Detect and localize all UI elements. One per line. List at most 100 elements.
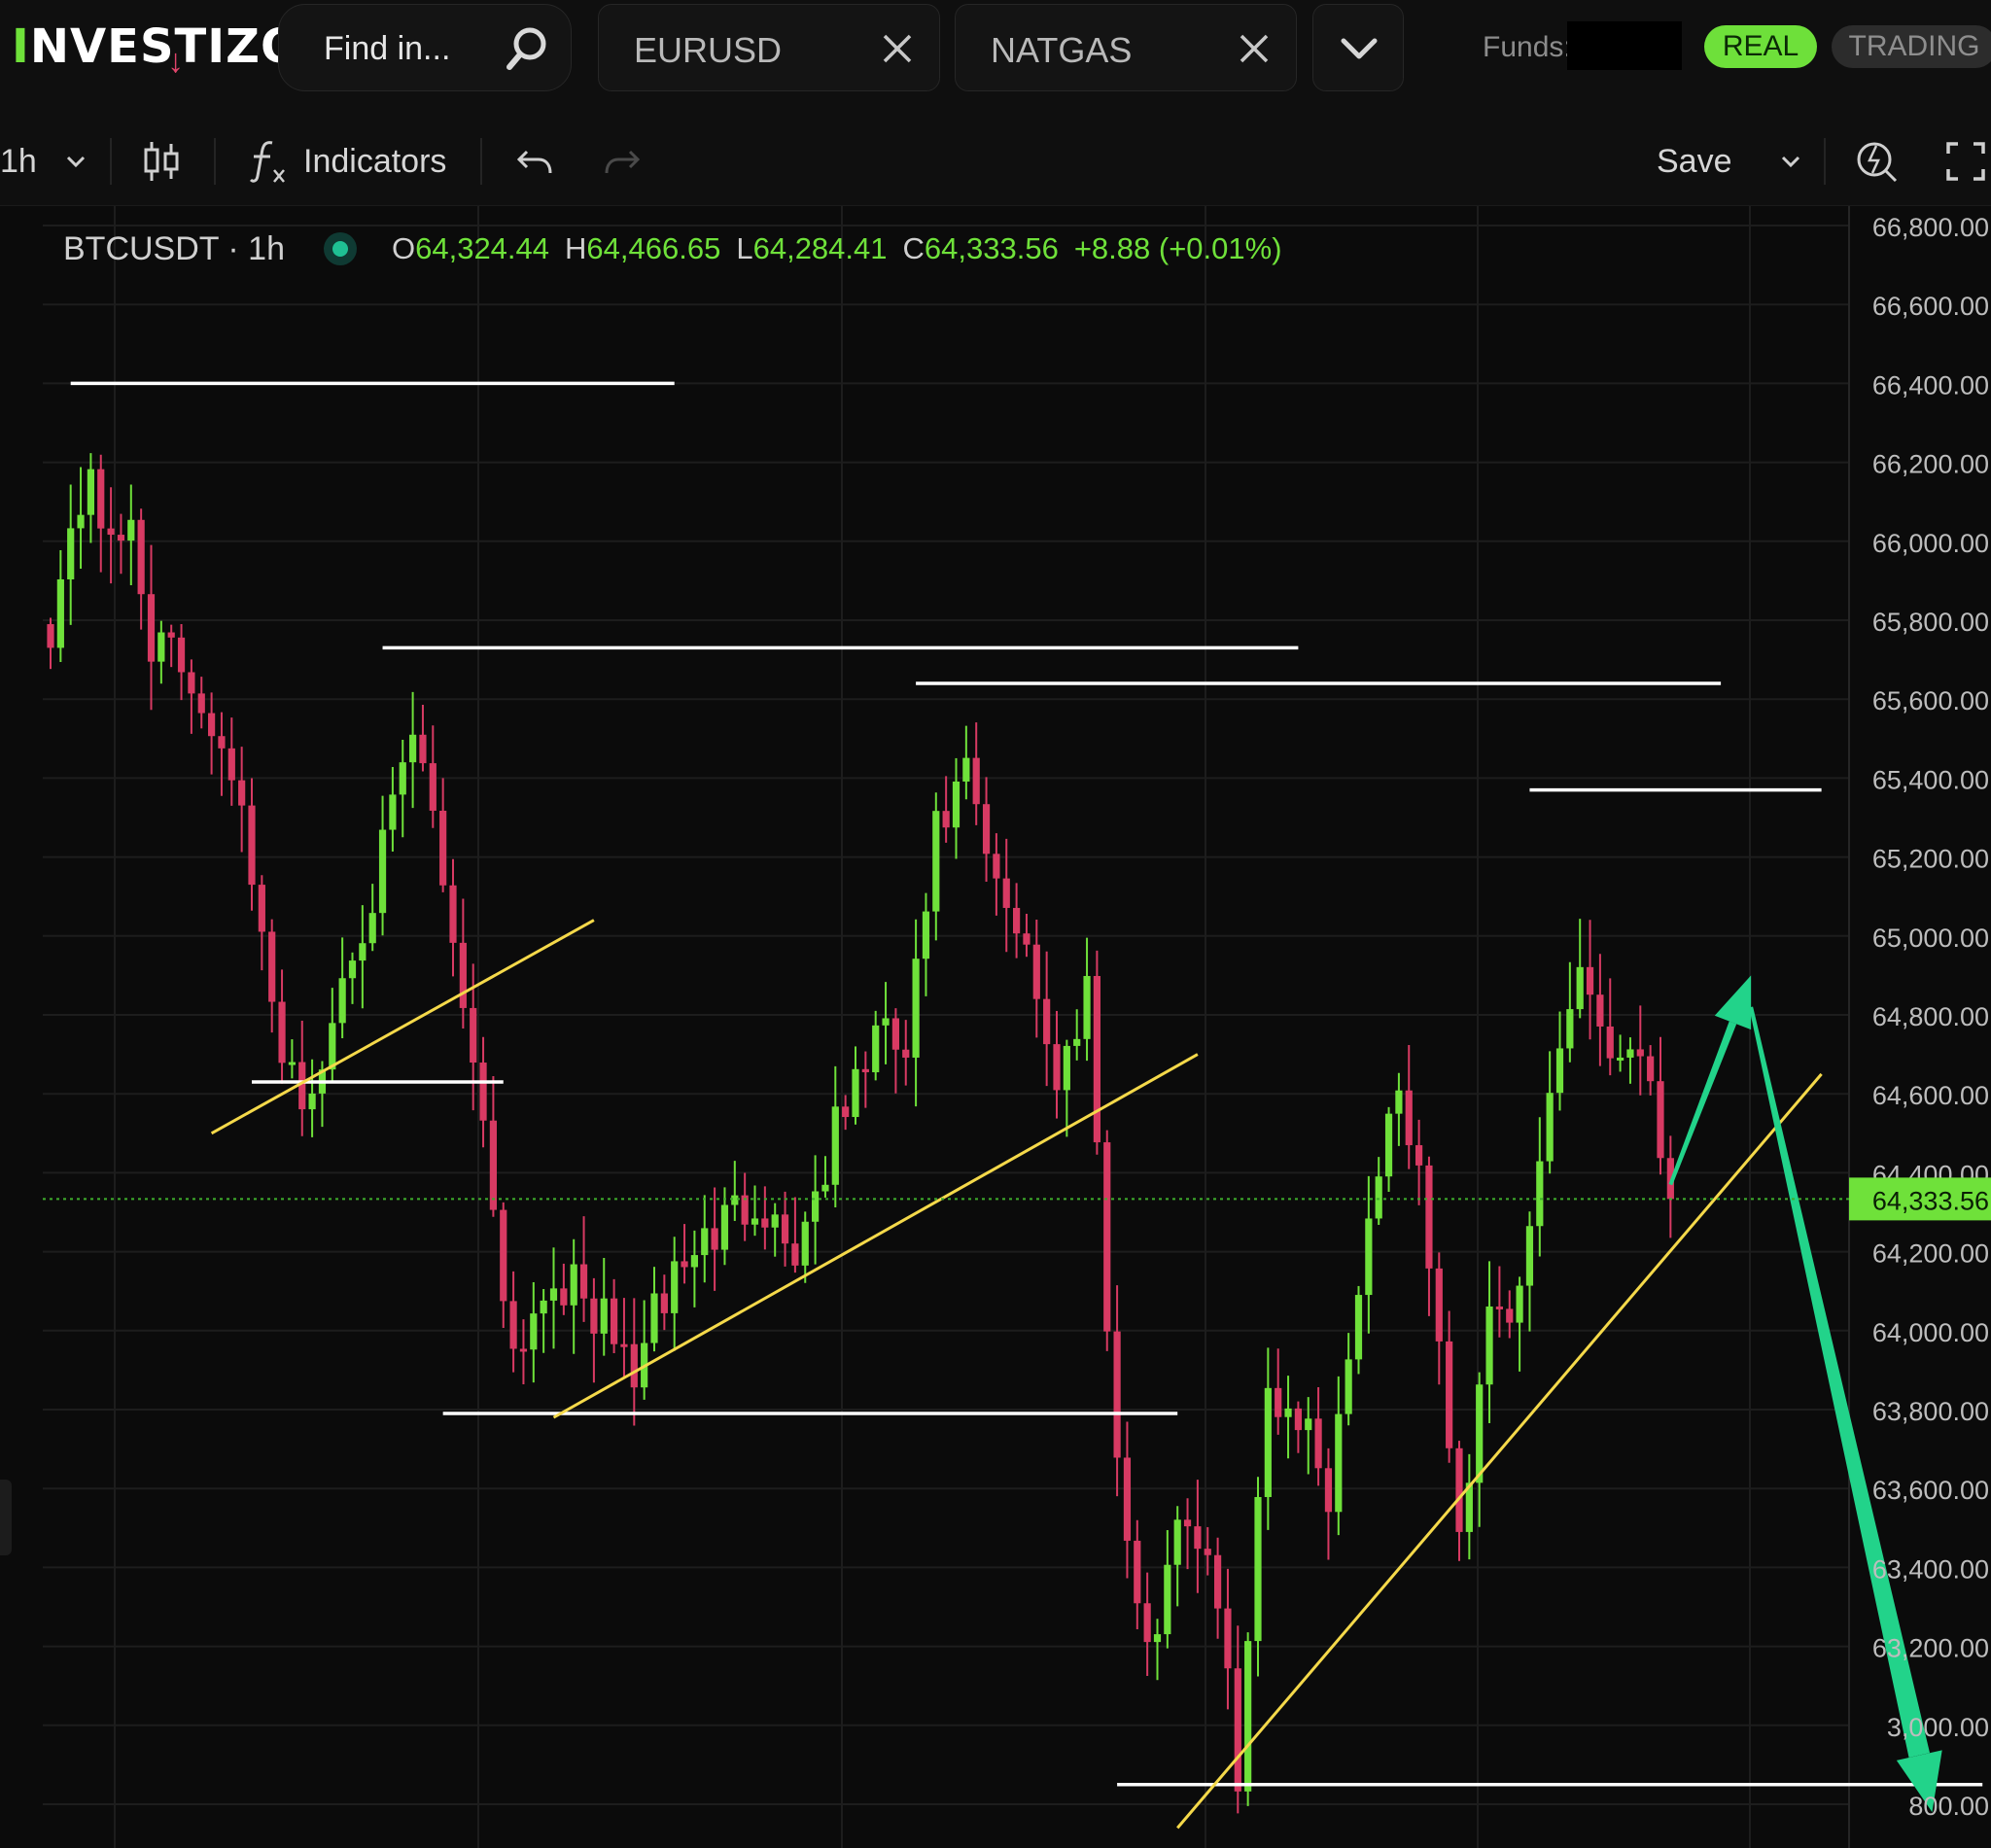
candle-bearish bbox=[188, 672, 195, 694]
candle-bullish bbox=[690, 1255, 698, 1268]
brand-logo[interactable]: I NVESTIZO bbox=[12, 17, 301, 76]
fullscreen-button[interactable] bbox=[1944, 117, 1987, 206]
indicators-button[interactable]: Indicators bbox=[249, 117, 446, 206]
brand-logo-text: NVESTIZO bbox=[29, 19, 301, 74]
candle-bullish bbox=[952, 781, 961, 828]
candle-bearish bbox=[761, 1218, 769, 1228]
candle-bullish bbox=[731, 1195, 739, 1205]
save-button[interactable]: Save bbox=[1657, 117, 1732, 206]
candle-bearish bbox=[1455, 1447, 1463, 1532]
save-options-button[interactable] bbox=[1779, 117, 1802, 206]
candle-bearish bbox=[1606, 1026, 1614, 1059]
real-account-button[interactable]: REAL bbox=[1704, 25, 1817, 68]
candle-bearish bbox=[1495, 1306, 1503, 1309]
toolbar-divider bbox=[110, 138, 112, 185]
tab-label: NATGAS bbox=[991, 30, 1133, 70]
candle-bearish bbox=[1596, 994, 1604, 1027]
candle-bullish bbox=[932, 811, 940, 912]
redo-button[interactable] bbox=[603, 117, 642, 206]
candle-bullish bbox=[600, 1298, 608, 1334]
candle-bullish bbox=[540, 1300, 547, 1314]
candle-bullish bbox=[771, 1214, 779, 1228]
tabs-dropdown-button[interactable] bbox=[1312, 4, 1404, 91]
candle-bearish bbox=[660, 1293, 668, 1313]
candle-bearish bbox=[278, 1001, 286, 1063]
candle-bearish bbox=[1113, 1331, 1121, 1458]
candle-bearish bbox=[1294, 1408, 1302, 1431]
tab-eurusd[interactable]: EURUSD bbox=[598, 4, 940, 91]
candle-bullish bbox=[56, 579, 64, 648]
candle-bearish bbox=[1636, 1049, 1644, 1057]
candle-bearish bbox=[1324, 1468, 1333, 1513]
candle-bullish bbox=[912, 959, 920, 1058]
candle-bullish bbox=[1476, 1384, 1484, 1483]
trading-button[interactable]: TRADING bbox=[1832, 25, 1991, 68]
candle-bearish bbox=[238, 780, 246, 806]
candle-bearish bbox=[197, 693, 205, 714]
chart-type-button[interactable] bbox=[142, 117, 181, 206]
candle-bearish bbox=[449, 885, 457, 943]
candle-bullish bbox=[1617, 1057, 1624, 1061]
candle-bullish bbox=[1354, 1295, 1363, 1360]
candle-bullish bbox=[157, 632, 165, 662]
candle-bullish bbox=[378, 829, 387, 914]
candle-bullish bbox=[1264, 1387, 1272, 1497]
search-icon[interactable] bbox=[503, 24, 551, 73]
candle-bullish bbox=[1244, 1641, 1252, 1792]
candle-bullish bbox=[359, 943, 367, 961]
candle-bearish bbox=[972, 757, 980, 805]
candle-bullish bbox=[338, 978, 346, 1024]
candle-bullish bbox=[1525, 1226, 1534, 1286]
price-tick-label: 63,400.00 bbox=[1872, 1554, 1989, 1584]
price-axis[interactable]: 66,800.00 66,600.00 66,400.00 66,200.00 66,0… bbox=[1872, 213, 1989, 1821]
candle-bullish bbox=[962, 757, 970, 782]
candle-bullish bbox=[77, 514, 85, 529]
candle-bearish bbox=[1425, 1165, 1433, 1269]
candle-bullish bbox=[1083, 975, 1091, 1039]
price-tick-label: 64,200.00 bbox=[1872, 1239, 1989, 1269]
candle-bearish bbox=[791, 1243, 799, 1266]
price-tick-label: 65,000.00 bbox=[1872, 924, 1989, 953]
candle-bearish bbox=[248, 805, 256, 886]
indicators-label: Indicators bbox=[303, 142, 447, 180]
candle-bearish bbox=[117, 535, 125, 541]
close-icon[interactable] bbox=[881, 32, 914, 65]
price-tick-label: 63,600.00 bbox=[1872, 1476, 1989, 1505]
interval-selector[interactable]: 1h bbox=[0, 117, 87, 206]
candle-bearish bbox=[97, 469, 105, 529]
candle-bullish bbox=[1305, 1418, 1312, 1431]
candle-bullish bbox=[1395, 1090, 1403, 1114]
candle-bullish bbox=[1576, 966, 1584, 1010]
candle-bullish bbox=[821, 1184, 829, 1192]
high-key: H bbox=[565, 231, 587, 265]
candle-bearish bbox=[1123, 1457, 1132, 1541]
candle-bearish bbox=[861, 1068, 869, 1073]
quick-search-button[interactable] bbox=[1853, 117, 1900, 206]
tab-natgas[interactable]: NATGAS bbox=[955, 4, 1297, 91]
candle-bearish bbox=[1415, 1145, 1423, 1166]
candle-bullish bbox=[1153, 1634, 1162, 1643]
symbol-title[interactable]: BTCUSDT · 1h bbox=[63, 230, 285, 268]
close-icon[interactable] bbox=[1238, 32, 1271, 65]
candle-bearish bbox=[1314, 1418, 1322, 1469]
search-input[interactable]: Find in... bbox=[324, 30, 450, 68]
candle-bearish bbox=[1586, 966, 1594, 995]
candle-bullish bbox=[329, 1023, 336, 1070]
candle-bullish bbox=[751, 1218, 759, 1225]
search-box[interactable]: Find in... bbox=[278, 4, 572, 91]
candle-bearish bbox=[429, 763, 437, 811]
undo-button[interactable] bbox=[515, 117, 554, 206]
candle-bullish bbox=[852, 1068, 859, 1118]
candle-bearish bbox=[942, 811, 950, 828]
candle-bearish bbox=[1204, 1549, 1211, 1555]
price-tick-label: 800.00 bbox=[1908, 1792, 1989, 1821]
candle-bullish bbox=[1566, 1009, 1574, 1049]
drawing-tools-rail[interactable] bbox=[0, 1480, 12, 1555]
price-tick-label: 66,200.00 bbox=[1872, 450, 1989, 479]
candle-bearish bbox=[1053, 1044, 1061, 1091]
candle-bearish bbox=[167, 632, 175, 638]
candle-bearish bbox=[227, 748, 235, 781]
undo-icon bbox=[516, 150, 552, 174]
candle-bullish bbox=[399, 762, 406, 795]
price-chart[interactable]: 66,800.00 66,600.00 66,400.00 66,200.00 66,0… bbox=[0, 206, 1991, 1848]
